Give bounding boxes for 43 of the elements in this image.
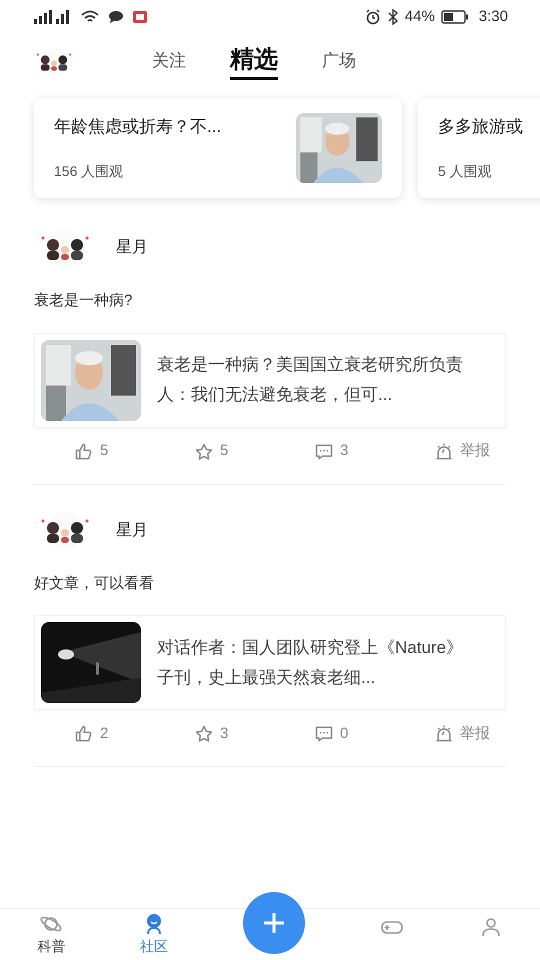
topic-card[interactable]: 多多旅游或 5 人围观 bbox=[418, 98, 540, 198]
article-title: 衰老是一种病？美国国立衰老研究所负责人：我们无法避免衰老，但可... bbox=[157, 354, 464, 406]
battery-percent: 44% bbox=[404, 6, 435, 27]
like-button[interactable]: 2 bbox=[74, 722, 108, 746]
comment-icon bbox=[314, 442, 334, 462]
author-name[interactable]: 星月 bbox=[116, 236, 148, 260]
alarm-icon bbox=[364, 9, 381, 25]
tab[interactable]: 精选 bbox=[230, 44, 278, 80]
topic-card[interactable]: 年龄焦虑或折寿？不... 156 人围观 bbox=[34, 98, 402, 198]
signal-icon bbox=[32, 9, 72, 25]
favorite-button[interactable]: 3 bbox=[194, 722, 228, 746]
comment-icon bbox=[314, 724, 334, 744]
chat-icon bbox=[108, 9, 124, 25]
star-icon bbox=[194, 724, 214, 744]
post-text: 衰老是一种病? bbox=[34, 291, 134, 311]
tab[interactable]: 关注 bbox=[152, 50, 186, 80]
nav-tab[interactable]: 社区 bbox=[140, 912, 168, 957]
clock: 3:30 bbox=[478, 6, 508, 27]
notification-icon bbox=[132, 9, 148, 25]
favorite-button[interactable]: 5 bbox=[194, 440, 228, 463]
topic-title: 年龄焦虑或折寿？不... bbox=[54, 116, 222, 138]
author-name[interactable]: 星月 bbox=[116, 518, 148, 542]
report-button[interactable]: 举报 bbox=[434, 440, 490, 463]
star-icon bbox=[194, 442, 214, 462]
alarm-light-icon bbox=[434, 442, 454, 462]
post-text: 好文章，可以看看 bbox=[34, 574, 155, 594]
comment-button[interactable]: 0 bbox=[314, 722, 348, 746]
article-card[interactable]: 衰老是一种病？美国国立衰老研究所负责人：我们无法避免衰老，但可... bbox=[34, 332, 506, 428]
viewer-count: 156 人围观 bbox=[54, 162, 124, 181]
article-title: 对话作者：国人团队研究登上《Nature》子刊，史上最强天然衰老细... bbox=[157, 636, 464, 688]
viewer-count: 5 人围观 bbox=[438, 162, 493, 181]
thumbs-up-icon bbox=[74, 724, 94, 744]
tab[interactable]: 广场 bbox=[322, 50, 356, 80]
nav-tab[interactable]: 科普 bbox=[37, 912, 66, 957]
like-button[interactable]: 5 bbox=[74, 440, 108, 463]
comment-button[interactable]: 3 bbox=[314, 440, 348, 463]
bluetooth-icon bbox=[386, 9, 399, 25]
topic-title: 多多旅游或 bbox=[438, 116, 523, 138]
alarm-light-icon bbox=[434, 724, 454, 744]
thumbs-up-icon bbox=[74, 442, 94, 462]
article-card[interactable]: 对话作者：国人团队研究登上《Nature》子刊，史上最强天然衰老细... bbox=[34, 615, 506, 710]
report-button[interactable]: 举报 bbox=[434, 722, 490, 746]
battery-icon bbox=[440, 10, 469, 24]
